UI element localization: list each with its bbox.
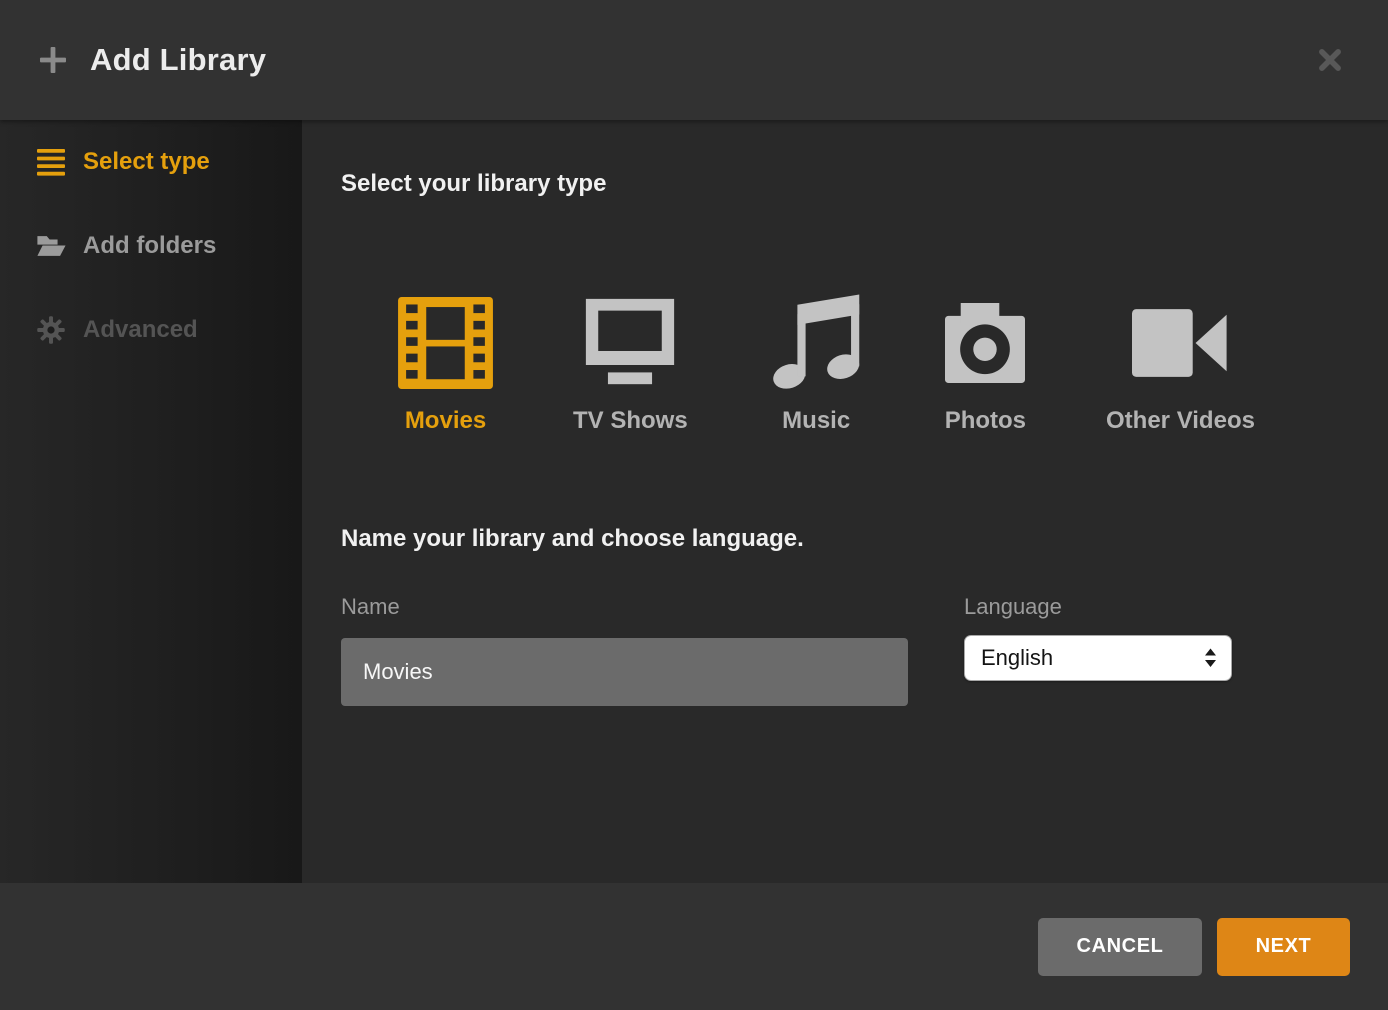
- sidebar-item-label: Advanced: [83, 316, 198, 344]
- tv-icon: [580, 293, 680, 393]
- film-strip-icon: [398, 293, 493, 393]
- type-label: TV Shows: [573, 407, 688, 436]
- sidebar-item-label: Select type: [83, 148, 210, 176]
- library-type-row: Movies TV Shows: [398, 293, 1388, 436]
- type-option-music[interactable]: Music: [768, 293, 865, 436]
- cancel-button[interactable]: CANCEL: [1038, 918, 1202, 976]
- language-select[interactable]: English: [964, 635, 1232, 681]
- type-option-other-videos[interactable]: Other Videos: [1106, 293, 1255, 436]
- type-option-photos[interactable]: Photos: [945, 293, 1026, 436]
- main-panel: Select your library type: [302, 120, 1388, 883]
- sidebar-item-add-folders[interactable]: Add folders: [0, 204, 302, 288]
- name-language-heading: Name your library and choose language.: [341, 525, 1388, 554]
- add-library-dialog: Add Library Select type: [0, 0, 1388, 1010]
- plus-icon: [38, 45, 68, 75]
- music-note-icon: [768, 293, 865, 393]
- type-label: Photos: [945, 407, 1026, 436]
- list-icon: [36, 149, 66, 176]
- close-icon[interactable]: [1310, 40, 1350, 80]
- name-field-label: Name: [341, 594, 908, 620]
- camera-icon: [945, 293, 1025, 393]
- dialog-header: Add Library: [0, 0, 1388, 120]
- sidebar-item-select-type[interactable]: Select type: [0, 120, 302, 204]
- language-select-value: English: [981, 645, 1053, 671]
- dialog-footer: CANCEL NEXT: [0, 883, 1388, 1010]
- type-label: Other Videos: [1106, 407, 1255, 436]
- sidebar-item-advanced[interactable]: Advanced: [0, 288, 302, 372]
- wizard-steps-sidebar: Select type Add folders: [0, 120, 302, 883]
- sidebar-item-label: Add folders: [83, 232, 216, 260]
- next-button[interactable]: NEXT: [1217, 918, 1350, 976]
- fields-row: Name Language English: [341, 594, 1388, 706]
- gear-icon: [36, 316, 66, 344]
- library-name-input[interactable]: [341, 638, 908, 706]
- select-arrows-icon: [1204, 648, 1217, 668]
- video-camera-icon: [1132, 293, 1228, 393]
- dialog-body: Select type Add folders: [0, 120, 1388, 883]
- type-label: Movies: [405, 407, 486, 436]
- folder-open-icon: [36, 233, 66, 259]
- type-option-movies[interactable]: Movies: [398, 293, 493, 436]
- language-field-label: Language: [964, 594, 1232, 620]
- library-type-heading: Select your library type: [341, 170, 1388, 199]
- type-label: Music: [782, 407, 850, 436]
- type-option-tv-shows[interactable]: TV Shows: [573, 293, 688, 436]
- dialog-title: Add Library: [90, 42, 266, 78]
